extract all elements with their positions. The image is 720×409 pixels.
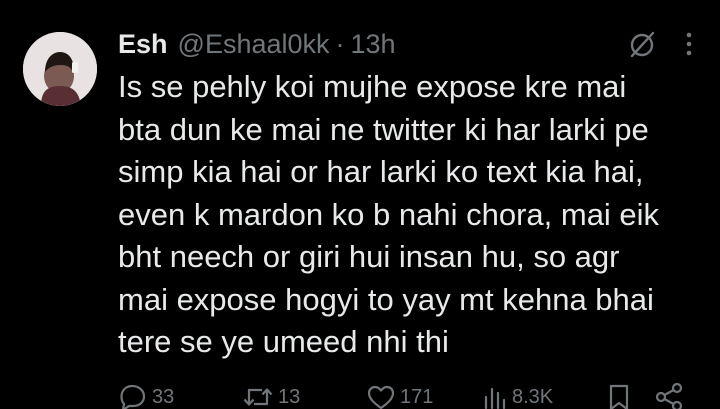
repost-count: 13 [278, 385, 301, 408]
action-bar: 33 13 171 8.3K [118, 382, 698, 409]
reply-button[interactable]: 33 [118, 382, 174, 409]
like-count: 171 [400, 385, 434, 408]
more-vertical-icon[interactable] [684, 31, 694, 57]
slashed-circle-icon[interactable] [628, 29, 658, 59]
like-button[interactable]: 171 [366, 382, 433, 409]
heart-icon [367, 385, 395, 409]
tweet-text-line: tere se ye umeed nhi thi [118, 324, 449, 359]
tweet-header: Esh @Eshaal0kk · 13h [118, 26, 396, 62]
share-button[interactable] [654, 382, 684, 409]
tweet-text-line: even k mardon ko b nahi chora, mai eik [118, 196, 660, 232]
reply-icon [120, 384, 146, 409]
tweet-text-line: mai expose hogyi to yay mt kehna bhai [118, 281, 654, 317]
views-count: 8.3K [512, 385, 554, 408]
tweet-text: Is se pehly koi mujhe expose kre mai bta… [118, 66, 698, 364]
avatar[interactable] [23, 32, 97, 106]
bookmark-button[interactable] [607, 382, 631, 409]
repost-button[interactable]: 13 [242, 382, 300, 409]
repost-icon [243, 388, 273, 406]
share-icon [655, 382, 683, 409]
views-icon [484, 387, 506, 409]
tweet-text-line: bht neech or giri hui insan hu, so agr [118, 239, 620, 274]
tweet-text-line: bta dun ke mai ne twitter ki har larki p… [118, 111, 649, 147]
tweet-text-line: simp kia hai or har larki ko text kia ha… [118, 154, 644, 189]
tweet: Esh @Eshaal0kk · 13h Is se pehly koi muj… [0, 0, 720, 409]
bookmark-icon [609, 384, 629, 409]
display-name[interactable]: Esh [118, 29, 168, 60]
timestamp[interactable]: 13h [351, 29, 396, 60]
user-handle[interactable]: @Eshaal0kk [178, 29, 330, 60]
separator-dot: · [335, 28, 345, 59]
reply-count: 33 [152, 385, 175, 408]
header-icons [628, 26, 694, 62]
views-button[interactable]: 8.3K [482, 382, 553, 409]
tweet-text-line: Is se pehly koi mujhe expose kre mai [118, 69, 627, 104]
